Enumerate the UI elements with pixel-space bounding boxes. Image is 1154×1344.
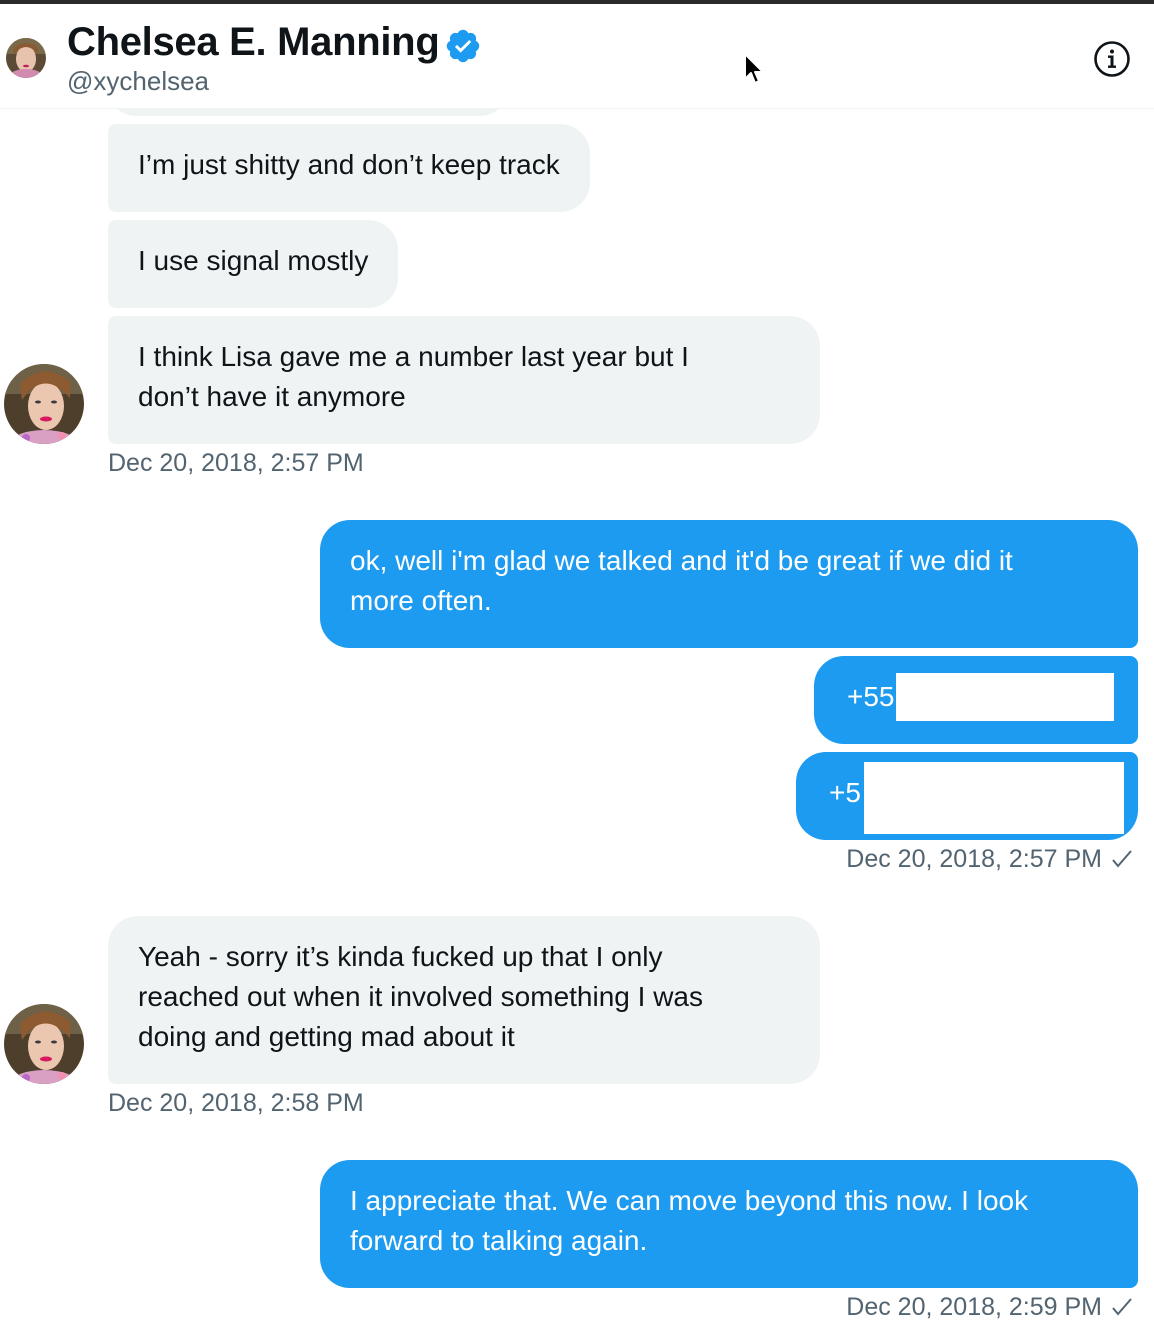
sender-avatar[interactable] — [4, 1004, 84, 1084]
message-text-line: forward to talking again. — [350, 1225, 648, 1256]
message-timestamp: Dec 20, 2018, 2:59 PM — [846, 1293, 1102, 1321]
incoming-message-bubble[interactable]: I think Lisa gave me a number last year … — [108, 316, 820, 444]
info-icon[interactable] — [1093, 40, 1131, 78]
message-text-line: ok, well i'm glad we talked and it'd be … — [350, 545, 1013, 576]
redaction-box — [864, 762, 1124, 834]
header-avatar[interactable] — [6, 38, 46, 78]
check-icon — [1112, 1298, 1132, 1316]
sender-avatar[interactable] — [4, 364, 84, 444]
message-text: I use signal mostly — [138, 245, 369, 276]
message-timestamp-row: Dec 20, 2018, 2:57 PM — [846, 845, 1134, 874]
message-text-line: more often. — [350, 585, 492, 616]
contact-handle[interactable]: @xychelsea — [67, 66, 209, 97]
message-timestamp: Dec 20, 2018, 2:57 PM — [846, 845, 1102, 873]
message-text-line: I appreciate that. We can move beyond th… — [350, 1185, 1029, 1216]
message-text-line: I think Lisa gave me a number last year … — [138, 341, 689, 372]
message-timestamp: Dec 20, 2018, 2:57 PM — [108, 449, 364, 477]
mouse-pointer-icon — [744, 53, 764, 84]
check-icon — [1112, 850, 1132, 868]
message-timestamp-row: Dec 20, 2018, 2:59 PM — [846, 1293, 1134, 1322]
outgoing-message-bubble[interactable]: ok, well i'm glad we talked and it'd be … — [320, 520, 1138, 648]
redaction-box — [896, 673, 1114, 721]
verified-badge-icon — [446, 29, 480, 63]
contact-name[interactable]: Chelsea E. Manning — [67, 20, 440, 65]
outgoing-message-bubble[interactable]: I appreciate that. We can move beyond th… — [320, 1160, 1138, 1288]
incoming-message-bubble[interactable]: I use signal mostly — [108, 220, 399, 308]
message-text: I’m just shitty and don’t keep track — [138, 149, 560, 180]
message-text-line: Yeah - sorry it’s kinda fucked up that I… — [138, 941, 663, 972]
incoming-message-bubble[interactable]: Yeah - sorry it’s kinda fucked up that I… — [108, 916, 820, 1084]
message-timestamp: Dec 20, 2018, 2:58 PM — [108, 1089, 364, 1117]
message-text-line: don’t have it anymore — [138, 381, 406, 412]
message-text-line: reached out when it involved something I… — [138, 981, 703, 1012]
conversation-header: Chelsea E. Manning @xychelsea — [0, 4, 1154, 109]
message-text-line: doing and getting mad about it — [138, 1021, 515, 1052]
incoming-message-bubble[interactable]: I’m just shitty and don’t keep track — [108, 124, 590, 212]
message-text: +5 — [829, 777, 861, 808]
message-text: +55 — [847, 681, 895, 712]
